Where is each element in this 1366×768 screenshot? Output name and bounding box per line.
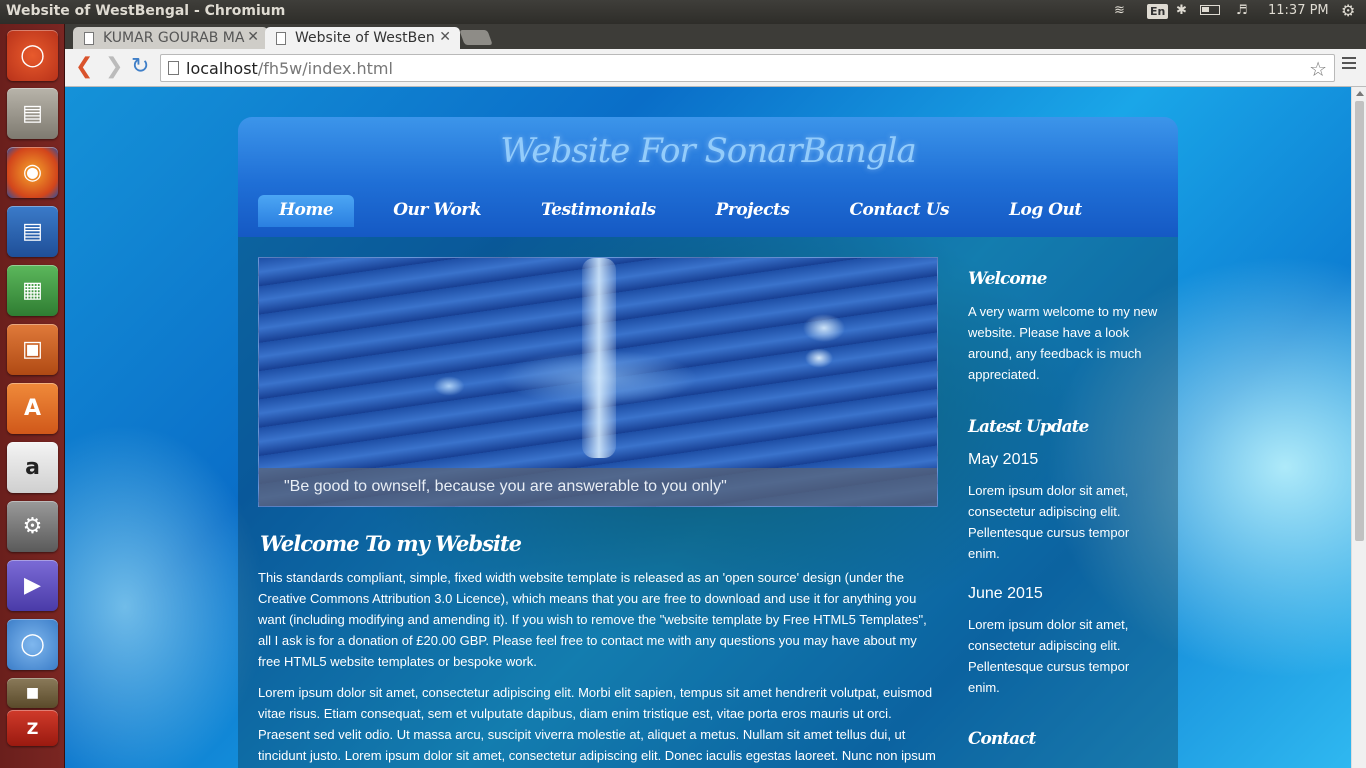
chromium-icon[interactable]: ◯ <box>7 619 58 670</box>
browser-toolbar: ❮ ❯ ↻ localhost/fh5w/index.html ☆ <box>65 49 1366 87</box>
calc-icon[interactable]: ▦ <box>7 265 58 316</box>
bookmark-star-icon[interactable]: ☆ <box>1309 57 1327 81</box>
tab-strip: KUMAR GOURAB MA ✕ Website of WestBen ✕ <box>65 24 1366 50</box>
battery-icon[interactable] <box>1200 3 1220 18</box>
page-icon <box>276 32 286 45</box>
reload-icon[interactable]: ↻ <box>131 56 149 78</box>
volume-icon[interactable]: ♬ <box>1236 3 1248 18</box>
site-title: Website For SonarBangla <box>500 131 916 171</box>
intro-paragraph: This standards compliant, simple, fixed … <box>258 570 927 669</box>
tab-label: KUMAR GOURAB MA <box>103 30 245 46</box>
writer-icon[interactable]: ▤ <box>7 206 58 257</box>
welcome-heading: Welcome <box>968 269 1047 289</box>
impress-icon[interactable]: ▣ <box>7 324 58 375</box>
window-title: Website of WestBengal - Chromium <box>6 3 286 19</box>
files-icon[interactable]: ▤ <box>7 88 58 139</box>
update-date: June 2015 <box>968 585 1043 602</box>
filezilla-icon[interactable]: Z <box>7 710 58 746</box>
tab-label: Website of WestBen <box>295 30 435 46</box>
system-settings-icon[interactable]: ⚙ <box>7 501 58 552</box>
update-text: Lorem ipsum dolor sit amet, consectetur … <box>968 617 1130 695</box>
contact-heading: Contact <box>968 729 1036 749</box>
software-center-icon[interactable]: A <box>7 383 58 434</box>
scroll-up-arrow-icon[interactable] <box>1356 91 1364 96</box>
media-player-icon[interactable]: ▶ <box>7 560 58 611</box>
nav-log-out[interactable]: Log Out <box>988 195 1103 227</box>
welcome-text: A very warm welcome to my new website. P… <box>968 304 1158 382</box>
nav-projects[interactable]: Projects <box>695 195 811 227</box>
tab-website-of-westbengal[interactable]: Website of WestBen ✕ <box>265 27 460 50</box>
page-icon <box>84 32 94 45</box>
page-icon <box>168 61 179 75</box>
gimp-icon[interactable]: ■ <box>7 678 58 708</box>
clock[interactable]: 11:37 PM <box>1268 3 1329 18</box>
unity-launcher: ◯ ▤ ◉ ▤ ▦ ▣ A a ⚙ ▶ ◯ ■ Z <box>0 24 65 768</box>
wifi-icon[interactable]: ≋ <box>1114 3 1125 18</box>
site-nav: Home Our Work Testimonials Projects Cont… <box>258 195 1121 227</box>
update-date: May 2015 <box>968 451 1039 468</box>
site-header: Website For SonarBangla Home Our Work Te… <box>238 117 1178 237</box>
page-viewport: Website For SonarBangla Home Our Work Te… <box>65 87 1351 768</box>
address-bar[interactable]: localhost/fh5w/index.html ☆ <box>160 54 1335 82</box>
nav-testimonials[interactable]: Testimonials <box>520 195 677 227</box>
url-host: localhost <box>186 59 258 78</box>
water-stream-image <box>582 258 616 458</box>
bluetooth-icon[interactable]: ✱ <box>1176 3 1187 18</box>
nav-our-work[interactable]: Our Work <box>372 195 502 227</box>
url-path: /fh5w/index.html <box>257 59 393 78</box>
menu-icon[interactable] <box>1342 57 1356 72</box>
latest-update-heading: Latest Update <box>968 417 1089 437</box>
nav-home[interactable]: Home <box>258 195 355 227</box>
new-tab-button[interactable] <box>459 30 493 45</box>
nav-contact-us[interactable]: Contact Us <box>828 195 970 227</box>
ubuntu-dash-icon[interactable]: ◯ <box>7 30 58 81</box>
forward-icon[interactable]: ❯ <box>105 56 123 78</box>
firefox-icon[interactable]: ◉ <box>7 147 58 198</box>
system-top-bar: Website of WestBengal - Chromium ≋ En ✱ … <box>0 0 1366 24</box>
update-text: Lorem ipsum dolor sit amet, consectetur … <box>968 483 1130 561</box>
tab-kumar-gourab[interactable]: KUMAR GOURAB MA ✕ <box>73 27 268 50</box>
page-scrollbar[interactable] <box>1351 87 1366 768</box>
back-icon[interactable]: ❮ <box>75 56 93 78</box>
slide-caption: "Be good to ownself, because you are ans… <box>259 468 937 506</box>
main-heading: Welcome To my Website <box>260 531 522 556</box>
website-container: Website For SonarBangla Home Our Work Te… <box>238 117 1178 768</box>
lorem-paragraph: Lorem ipsum dolor sit amet, consectetur … <box>258 685 936 763</box>
keyboard-language-indicator[interactable]: En <box>1147 4 1169 19</box>
gear-icon[interactable]: ⚙ <box>1341 1 1355 20</box>
scrollbar-thumb[interactable] <box>1355 101 1364 541</box>
close-icon[interactable]: ✕ <box>247 29 259 45</box>
slideshow-image: "Be good to ownself, because you are ans… <box>258 257 938 507</box>
site-content: "Be good to ownself, because you are ans… <box>238 237 1178 768</box>
amazon-icon[interactable]: a <box>7 442 58 493</box>
close-icon[interactable]: ✕ <box>439 29 451 45</box>
